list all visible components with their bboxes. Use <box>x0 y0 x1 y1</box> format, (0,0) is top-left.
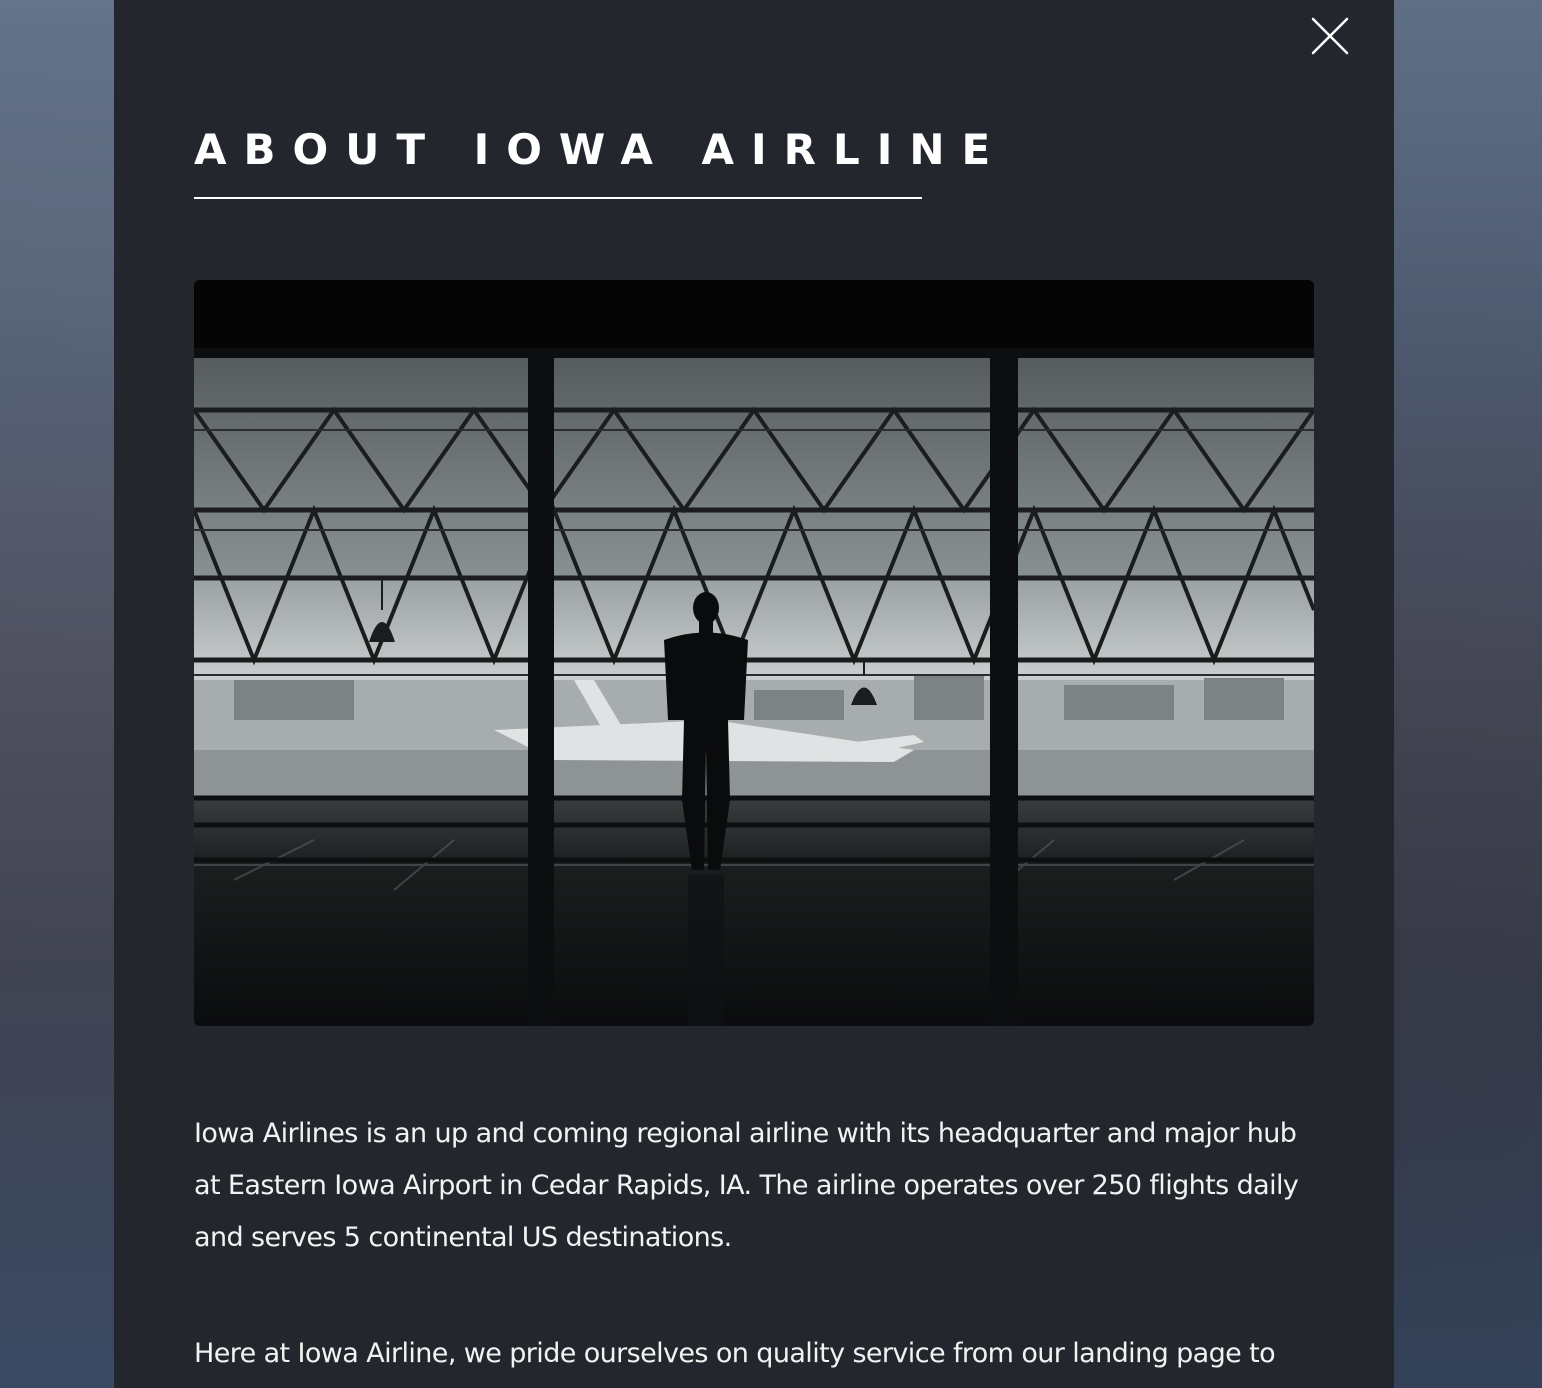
about-paragraph-2: Here at Iowa Airline, we pride ourselves… <box>194 1338 1276 1369</box>
title-underline <box>194 197 922 199</box>
about-modal: ABOUT IOWA AIRLINE Iowa Airlines is an u… <box>114 0 1394 1388</box>
close-x-icon <box>1311 17 1349 55</box>
modal-title: ABOUT IOWA AIRLINE <box>194 125 1008 174</box>
about-paragraph-1: Iowa Airlines is an up and coming region… <box>194 1118 1299 1253</box>
close-button[interactable] <box>1308 14 1352 58</box>
airport-terminal-photo <box>194 280 1314 1026</box>
